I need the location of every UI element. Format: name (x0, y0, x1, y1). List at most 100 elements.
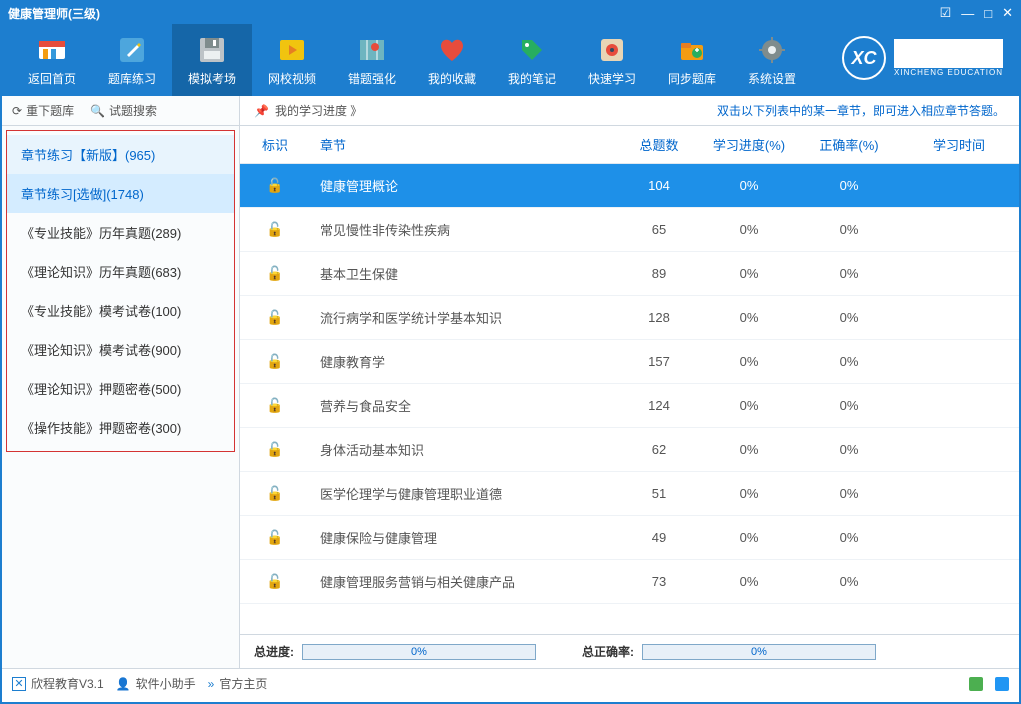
col-total: 总题数 (619, 135, 699, 154)
helper-icon: 👤 (116, 677, 131, 691)
sidebar-item[interactable]: 章节练习[选做](1748) (7, 174, 234, 213)
accuracy-cell: 0% (799, 486, 899, 501)
stats-icon[interactable] (969, 677, 983, 691)
play-icon (276, 34, 308, 66)
lock-icon: 🔓 (240, 353, 310, 370)
chapter-cell: 身体活动基本知识 (310, 440, 619, 459)
sidebar-item[interactable]: 章节练习【新版】(965) (7, 135, 234, 174)
total-cell: 65 (619, 222, 699, 237)
status-bar: ✕欣程教育V3.1 👤软件小助手 »官方主页 (2, 668, 1019, 698)
table-row[interactable]: 🔓 医学伦理学与健康管理职业道德 51 0% 0% (240, 472, 1019, 516)
accuracy-cell: 0% (799, 178, 899, 193)
toolbar-sync[interactable]: 同步题库 (652, 24, 732, 96)
total-cell: 62 (619, 442, 699, 457)
toolbar-label: 错题强化 (348, 70, 396, 87)
chapter-cell: 健康管理服务营销与相关健康产品 (310, 572, 619, 591)
accuracy-cell: 0% (799, 222, 899, 237)
total-cell: 157 (619, 354, 699, 369)
total-cell: 73 (619, 574, 699, 589)
pin-button[interactable]: ☑ (940, 5, 952, 21)
sidebar-top: ⟳ 重下题库 🔍 试题搜索 (2, 96, 239, 126)
status-helper[interactable]: 👤软件小助手 (116, 675, 196, 692)
sidebar-item[interactable]: 《专业技能》历年真题(289) (7, 213, 234, 252)
sidebar-item[interactable]: 《操作技能》押题密卷(300) (7, 408, 234, 447)
table-header: 标识 章节 总题数 学习进度(%) 正确率(%) 学习时间 (240, 126, 1019, 164)
toolbar-home[interactable]: 返回首页 (12, 24, 92, 96)
col-time: 学习时间 (899, 135, 1019, 154)
sync-icon[interactable] (995, 677, 1009, 691)
toolbar-video[interactable]: 网校视频 (252, 24, 332, 96)
status-home[interactable]: »官方主页 (208, 675, 268, 692)
progress-cell: 0% (699, 354, 799, 369)
sidebar-item[interactable]: 《理论知识》模考试卷(900) (7, 330, 234, 369)
main-panel: 📌 我的学习进度 》 双击以下列表中的某一章节，即可进入相应章节答题。 标识 章… (240, 96, 1019, 668)
chapter-cell: 健康保险与健康管理 (310, 528, 619, 547)
toolbar-notes[interactable]: 我的笔记 (492, 24, 572, 96)
table-row[interactable]: 🔓 健康管理概论 104 0% 0% (240, 164, 1019, 208)
lock-icon: 🔓 (240, 485, 310, 502)
brand: XC 欣程教育 XINCHENG EDUCATION (842, 36, 1003, 80)
toolbar-quick[interactable]: 快速学习 (572, 24, 652, 96)
progress-cell: 0% (699, 266, 799, 281)
table-row[interactable]: 🔓 健康教育学 157 0% 0% (240, 340, 1019, 384)
col-progress: 学习进度(%) (699, 135, 799, 154)
close-button[interactable]: ✕ (1002, 5, 1013, 21)
save-icon (196, 34, 228, 66)
chapter-cell: 医学伦理学与健康管理职业道德 (310, 484, 619, 503)
table-row[interactable]: 🔓 营养与食品安全 124 0% 0% (240, 384, 1019, 428)
col-accuracy: 正确率(%) (799, 135, 899, 154)
sidebar: ⟳ 重下题库 🔍 试题搜索 章节练习【新版】(965) 章节练习[选做](174… (2, 96, 240, 668)
accuracy-cell: 0% (799, 266, 899, 281)
toolbar-settings[interactable]: 系统设置 (732, 24, 812, 96)
progress-cell: 0% (699, 486, 799, 501)
sidebar-list: 章节练习【新版】(965) 章节练习[选做](1748) 《专业技能》历年真题(… (6, 130, 235, 452)
reload-button[interactable]: ⟳ 重下题库 (12, 102, 74, 119)
total-cell: 51 (619, 486, 699, 501)
toolbar-favorite[interactable]: 我的收藏 (412, 24, 492, 96)
chapter-cell: 基本卫生保健 (310, 264, 619, 283)
table-row[interactable]: 🔓 流行病学和医学统计学基本知识 128 0% 0% (240, 296, 1019, 340)
accuracy-cell: 0% (799, 530, 899, 545)
sidebar-item[interactable]: 《理论知识》押题密卷(500) (7, 369, 234, 408)
table-row[interactable]: 🔓 基本卫生保健 89 0% 0% (240, 252, 1019, 296)
maximize-button[interactable]: □ (984, 6, 992, 21)
toolbar-wrong[interactable]: 错题强化 (332, 24, 412, 96)
status-app[interactable]: ✕欣程教育V3.1 (12, 675, 104, 692)
chapter-cell: 健康教育学 (310, 352, 619, 371)
total-progress-bar: 0% (302, 644, 536, 660)
minimize-button[interactable]: — (961, 6, 974, 21)
table-row[interactable]: 🔓 身体活动基本知识 62 0% 0% (240, 428, 1019, 472)
toolbar-label: 快速学习 (588, 70, 636, 87)
total-cell: 89 (619, 266, 699, 281)
progress-cell: 0% (699, 530, 799, 545)
footer-progress: 总进度: 0% 总正确率: 0% (240, 634, 1019, 668)
safe-icon (596, 34, 628, 66)
toolbar-label: 返回首页 (28, 70, 76, 87)
sidebar-item[interactable]: 《专业技能》模考试卷(100) (7, 291, 234, 330)
table-row[interactable]: 🔓 常见慢性非传染性疾病 65 0% 0% (240, 208, 1019, 252)
main-toolbar: 返回首页 题库练习 模拟考场 网校视频 错题强化 我的收藏 我的笔记 快速学习 … (2, 24, 1019, 96)
lock-icon: 🔓 (240, 265, 310, 282)
col-chapter: 章节 (310, 135, 619, 154)
total-cell: 128 (619, 310, 699, 325)
chapter-cell: 营养与食品安全 (310, 396, 619, 415)
progress-link[interactable]: 我的学习进度 》 (275, 102, 362, 119)
lock-icon: 🔓 (240, 573, 310, 590)
toolbar-exam[interactable]: 模拟考场 (172, 24, 252, 96)
accuracy-cell: 0% (799, 398, 899, 413)
total-cell: 124 (619, 398, 699, 413)
table-row[interactable]: 🔓 健康管理服务营销与相关健康产品 73 0% 0% (240, 560, 1019, 604)
toolbar-label: 我的笔记 (508, 70, 556, 87)
search-button[interactable]: 🔍 试题搜索 (90, 102, 157, 119)
accuracy-cell: 0% (799, 354, 899, 369)
total-cell: 49 (619, 530, 699, 545)
sidebar-item[interactable]: 《理论知识》历年真题(683) (7, 252, 234, 291)
window-title: 健康管理师(三级) (8, 5, 940, 22)
accuracy-cell: 0% (799, 574, 899, 589)
toolbar-practice[interactable]: 题库练习 (92, 24, 172, 96)
lock-icon: 🔓 (240, 441, 310, 458)
title-bar: 健康管理师(三级) ☑ — □ ✕ (2, 2, 1019, 24)
table-row[interactable]: 🔓 健康保险与健康管理 49 0% 0% (240, 516, 1019, 560)
total-progress-label: 总进度: (254, 643, 294, 660)
lock-icon: 🔓 (240, 397, 310, 414)
